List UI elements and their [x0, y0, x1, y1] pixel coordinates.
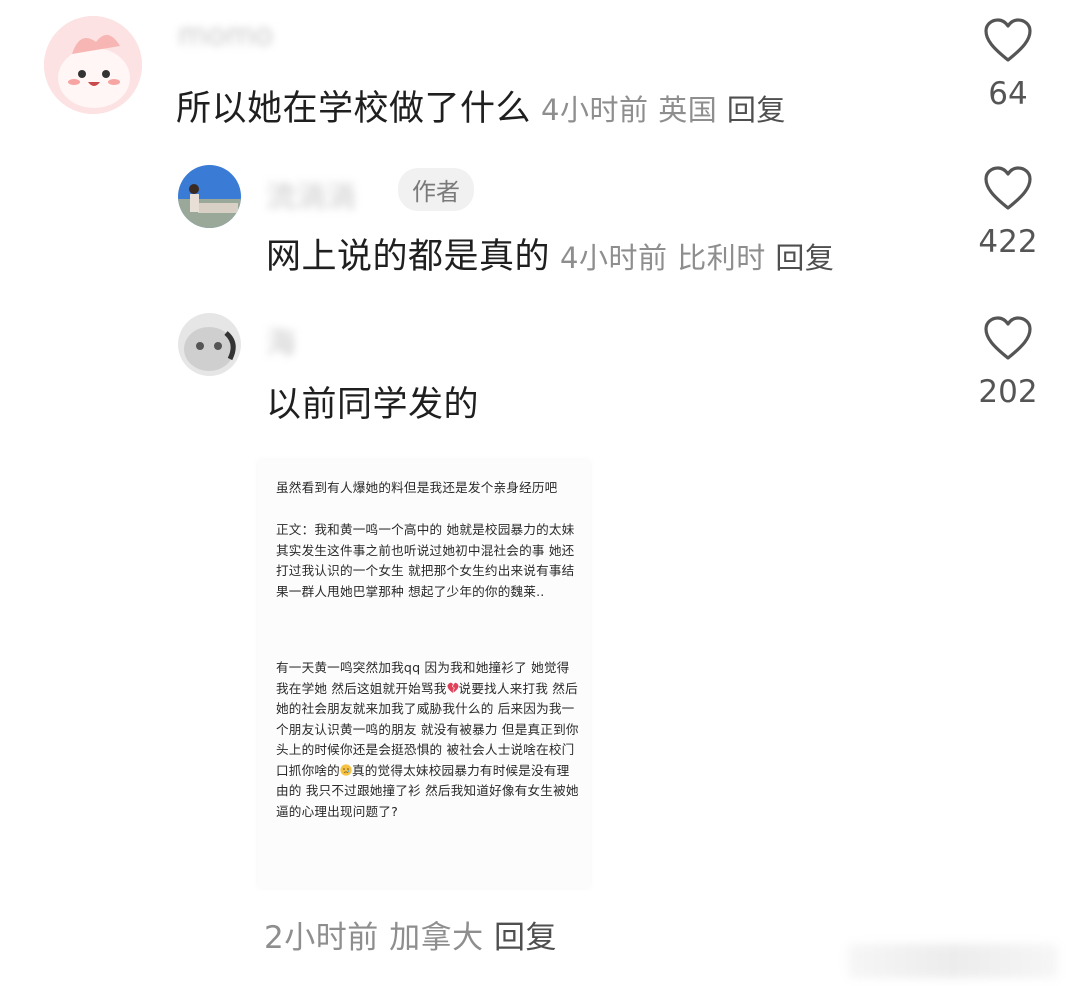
heart-outline-icon — [984, 316, 1032, 360]
avatar-photo-icon — [178, 165, 241, 228]
like-button[interactable]: 422 — [958, 166, 1058, 260]
reply-button[interactable]: 回复 — [727, 93, 786, 127]
avatar[interactable] — [178, 313, 241, 376]
comment-location: 比利时 — [677, 241, 766, 275]
comment-time: 2小时前 — [264, 920, 379, 956]
comment-text: 所以她在学校做了什么 4小时前 英国 回复 — [176, 80, 786, 131]
attached-image[interactable]: 虽然看到有人爆她的料但是我还是发个亲身经历吧 正文：我和黄一鸣一个高中的 她就是… — [258, 460, 590, 888]
reply-button[interactable]: 回复 — [494, 920, 557, 956]
username[interactable]: 流淌淌 — [266, 172, 356, 216]
comment-location: 加拿大 — [389, 920, 484, 956]
comment-text: 以前同学发的 — [266, 376, 479, 427]
reply-button[interactable]: 回复 — [775, 241, 834, 275]
author-badge: 作者 — [398, 168, 474, 211]
comment-body: 所以她在学校做了什么 — [176, 89, 532, 129]
broken-heart-icon — [447, 682, 459, 693]
username[interactable]: momo — [178, 18, 273, 53]
image-paragraph-text: 有一天黄一鸣突然加我qq 因为我和她撞衫了 她觉得我在学她 然后这姐就开始骂我说… — [258, 658, 590, 822]
heart-outline-icon — [984, 18, 1032, 62]
avatar[interactable] — [178, 165, 241, 228]
like-count: 64 — [988, 76, 1028, 112]
image-paragraph: 正文：我和黄一鸣一个高中的 她就是校园暴力的太妹 其实发生这件事之前也听说过她初… — [258, 520, 590, 602]
image-paragraph-text: 正文：我和黄一鸣一个高中的 她就是校园暴力的太妹 其实发生这件事之前也听说过她初… — [276, 522, 575, 599]
like-button[interactable]: 202 — [958, 316, 1058, 410]
avatar-pink-character-icon — [44, 16, 142, 114]
image-heading-text: 虽然看到有人爆她的料但是我还是发个亲身经历吧 — [276, 480, 558, 495]
watermark — [848, 944, 1058, 978]
comment-time: 4小时前 — [541, 93, 649, 127]
comment-meta: 2小时前 加拿大 回复 — [264, 912, 557, 957]
image-paragraph: 有一天黄一鸣突然加我qq 因为我和她撞衫了 她觉得我在学她 然后这姐就开始骂我说… — [258, 658, 590, 822]
heart-outline-icon — [984, 166, 1032, 210]
crying-face-icon — [340, 763, 352, 776]
comment-location: 英国 — [658, 93, 718, 127]
avatar-cat-icon — [178, 313, 241, 376]
avatar[interactable] — [44, 16, 142, 114]
like-button[interactable]: 64 — [958, 18, 1058, 112]
comment-text: 网上说的都是真的 4小时前 比利时 回复 — [266, 228, 834, 279]
like-count: 422 — [978, 224, 1038, 260]
comment-body: 网上说的都是真的 — [266, 237, 551, 277]
image-heading: 虽然看到有人爆她的料但是我还是发个亲身经历吧 — [258, 478, 590, 499]
like-count: 202 — [978, 374, 1038, 410]
comment-time: 4小时前 — [560, 241, 668, 275]
username[interactable]: 海 — [266, 318, 296, 362]
comment-body: 以前同学发的 — [266, 385, 480, 425]
